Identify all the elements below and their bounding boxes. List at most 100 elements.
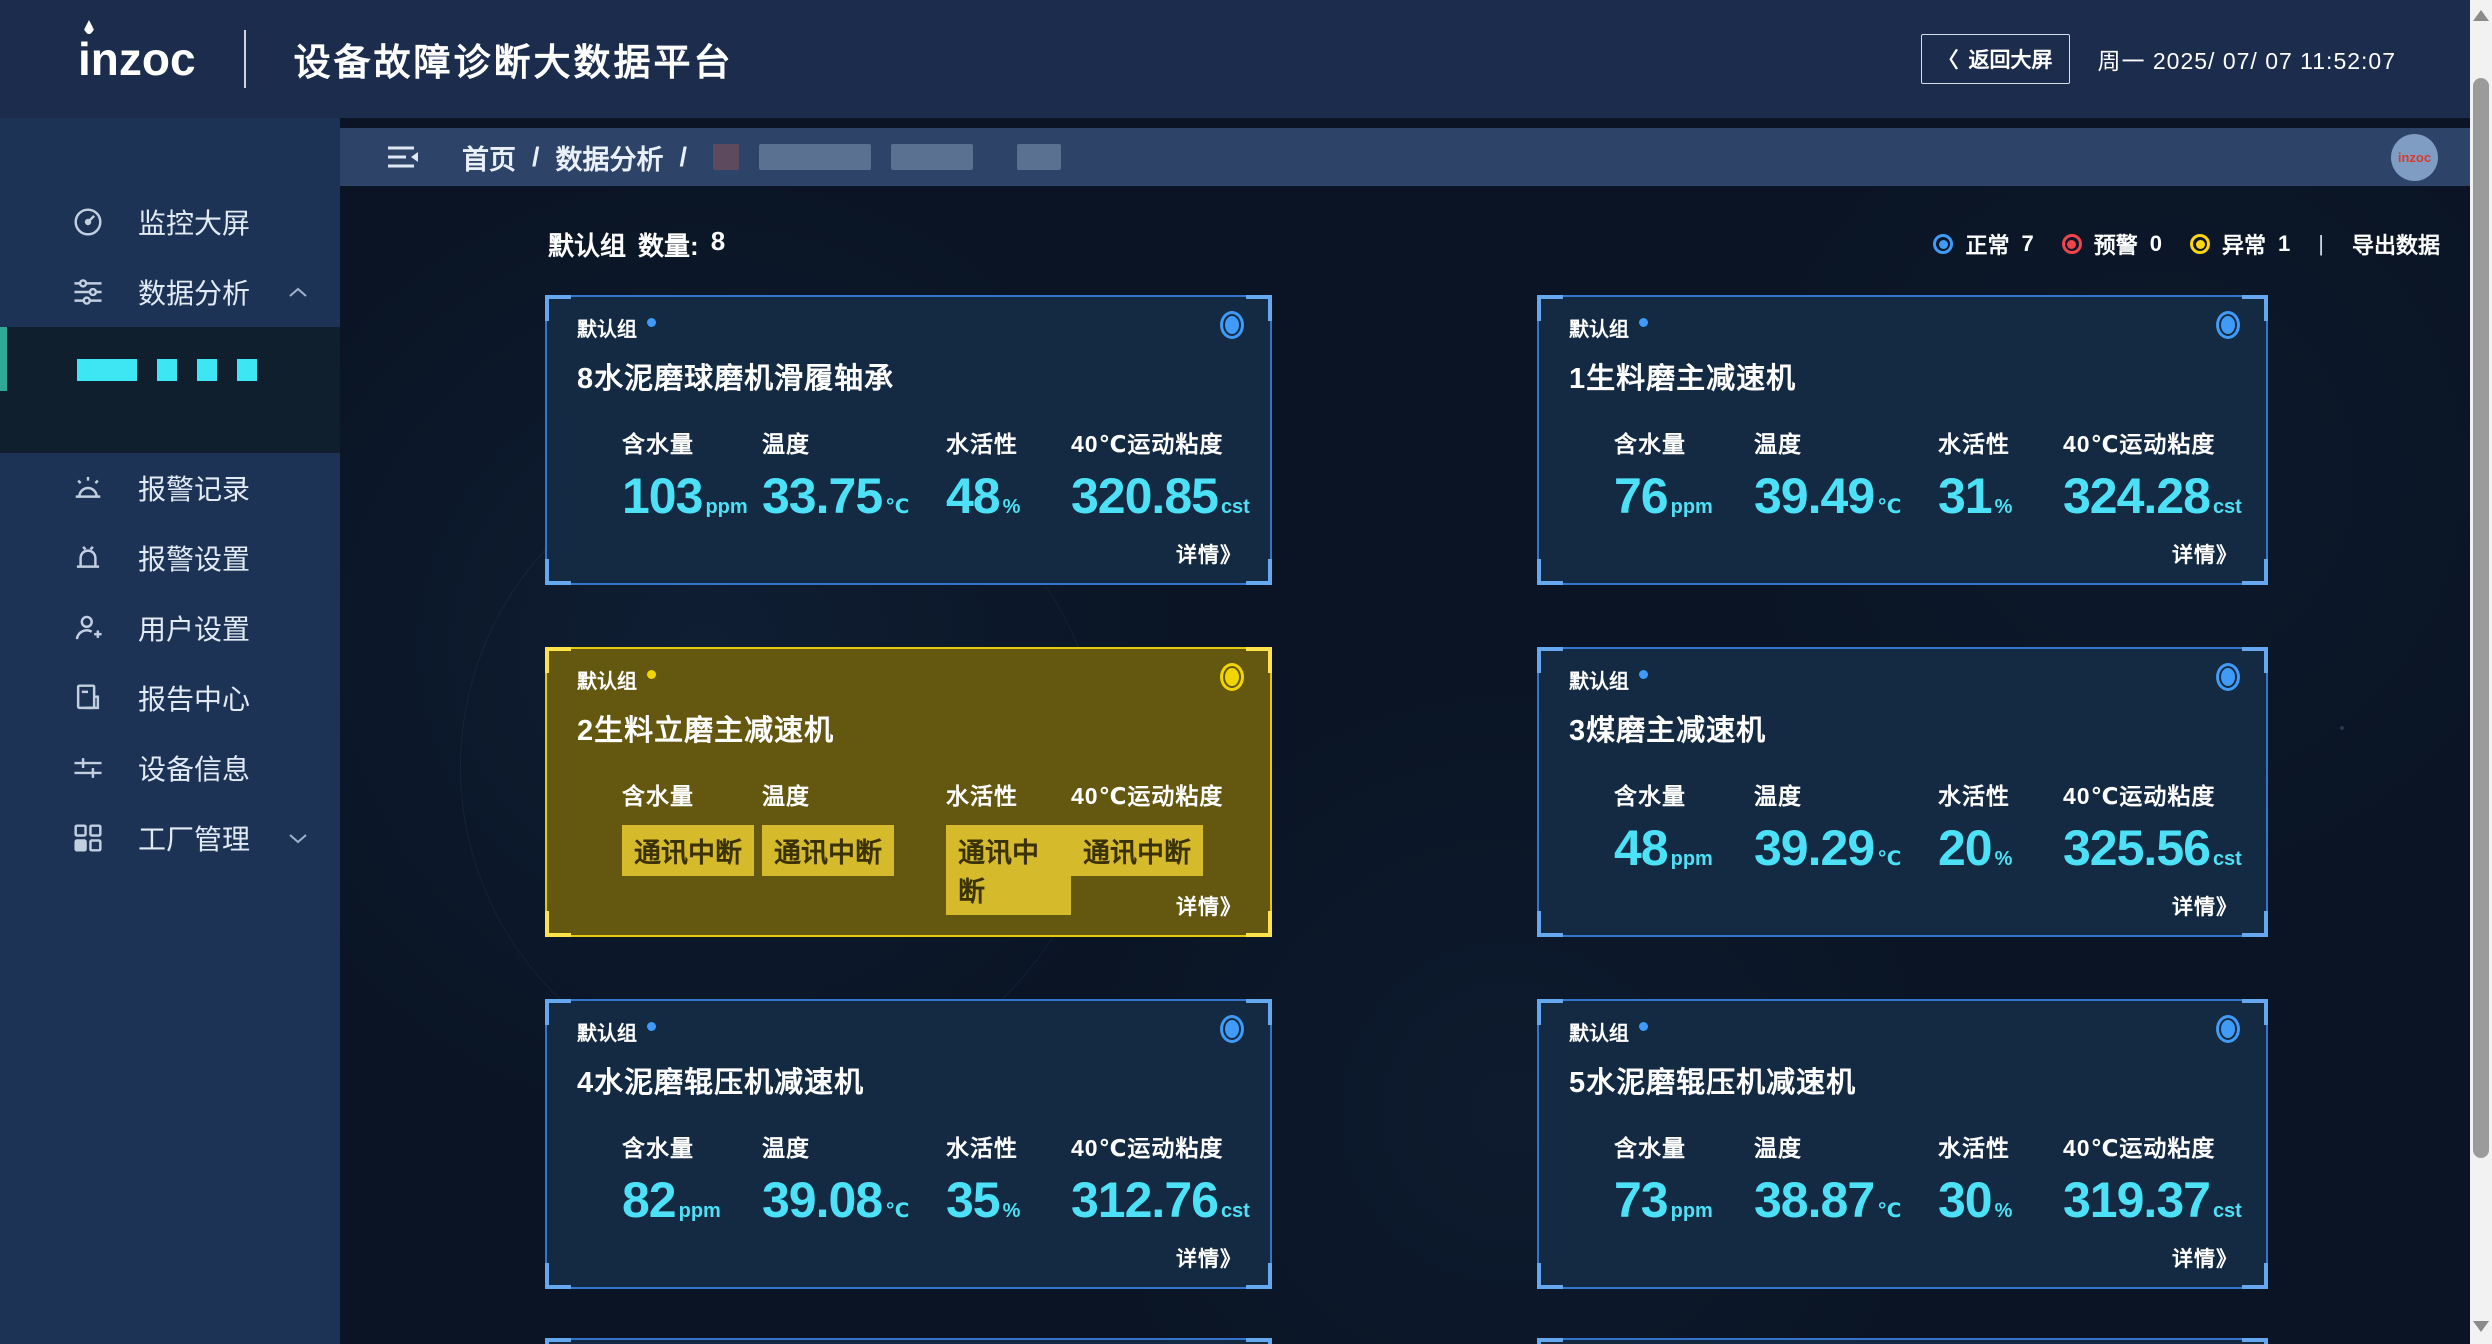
sidebar-item-label: 报告中心 xyxy=(138,678,250,718)
report-document-icon xyxy=(72,682,104,714)
back-button-label: 返回大屏 xyxy=(1969,44,2053,74)
chevron-left-icon: 〈 xyxy=(1938,44,1959,74)
legend-divider: | xyxy=(2318,231,2324,257)
sidebar-item-monitor-screen[interactable]: 监控大屏 xyxy=(0,187,340,257)
device-card-grid: 默认组 8水泥磨球磨机滑履轴承 含水量 103ppm 温度 33.75℃ 水活性… xyxy=(545,295,2268,1289)
card-group-tag: 默认组 xyxy=(1569,1017,1648,1046)
metrics-row: 含水量 103ppm 温度 33.75℃ 水活性 48% 40℃运动粘度 320… xyxy=(622,425,1254,521)
device-card: 默认组 8水泥磨球磨机滑履轴承 含水量 103ppm 温度 33.75℃ 水活性… xyxy=(545,295,1272,585)
device-card-abnormal: 默认组 2生料立磨主减速机 含水量 通讯中断 温度 通讯中断 水活性 通讯中断 … xyxy=(545,647,1272,937)
sidebar-item-report-center[interactable]: 报告中心 xyxy=(0,663,340,733)
status-dot xyxy=(1639,318,1648,327)
card-title: 2生料立磨主减速机 xyxy=(577,707,834,749)
card-title: 8水泥磨球磨机滑履轴承 xyxy=(577,355,894,397)
comm-interrupted-badge: 通讯中断 xyxy=(1071,825,1203,876)
card-group-tag: 默认组 xyxy=(577,313,656,342)
double-chevron-icon: 》 xyxy=(1220,1248,1242,1271)
comm-interrupted-badge: 通讯中断 xyxy=(622,825,754,876)
scroll-up-arrow[interactable] xyxy=(2473,10,2489,21)
comm-interrupted-badge: 通讯中断 xyxy=(946,825,1071,915)
redacted-breadcrumb-segment xyxy=(713,144,1061,170)
device-card-partial xyxy=(545,1338,1272,1344)
sidebar-item-label: 工厂管理 xyxy=(138,818,250,858)
active-indicator xyxy=(0,327,7,391)
breadcrumb-section[interactable]: 数据分析 xyxy=(556,138,664,177)
status-ring-icon xyxy=(1220,663,1244,691)
page-title: 设备故障诊断大数据平台 xyxy=(294,32,734,86)
card-title: 4水泥磨辊压机减速机 xyxy=(577,1059,864,1101)
metrics-row: 含水量 82ppm 温度 39.08℃ 水活性 35% 40℃运动粘度 312.… xyxy=(622,1129,1254,1225)
menu-collapse-icon[interactable] xyxy=(386,144,420,170)
sidebar-nav: 监控大屏 数据分析 报警记录 xyxy=(0,118,340,1344)
legend-warning: 预警 0 xyxy=(2062,228,2162,260)
warning-status-icon xyxy=(2062,234,2082,254)
card-group-tag: 默认组 xyxy=(1569,313,1648,342)
status-legend: 正常 7 预警 0 异常 1 | 导出数据 xyxy=(1933,228,2440,260)
status-dot xyxy=(1639,670,1648,679)
sidebar-item-factory-management[interactable]: 工厂管理 xyxy=(0,803,340,873)
device-card: 默认组 1生料磨主减速机 含水量 76ppm 温度 39.49℃ 水活性 31%… xyxy=(1537,295,2268,585)
metric-value: 325.56cst xyxy=(2063,823,2250,873)
card-group-tag: 默认组 xyxy=(577,1017,656,1046)
group-count-label: 默认组 数量: 8 xyxy=(548,226,725,263)
metric-value: 39.49℃ xyxy=(1754,471,1938,521)
metrics-row: 含水量 76ppm 温度 39.49℃ 水活性 31% 40℃运动粘度 324.… xyxy=(1614,425,2250,521)
group-name: 默认组 xyxy=(548,226,626,263)
user-avatar[interactable]: inzoc xyxy=(2391,134,2438,181)
detail-link[interactable]: 详情》 xyxy=(2172,1243,2238,1273)
sidebar-item-user-settings[interactable]: 用户设置 xyxy=(0,593,340,663)
sidebar-item-alarm-records[interactable]: 报警记录 xyxy=(0,453,340,523)
detail-link[interactable]: 详情》 xyxy=(1176,1243,1242,1273)
status-dot xyxy=(647,670,656,679)
detail-link[interactable]: 详情》 xyxy=(2172,539,2238,569)
metric-value: 73ppm xyxy=(1614,1175,1754,1225)
detail-link[interactable]: 详情》 xyxy=(1176,891,1242,921)
grid-icon xyxy=(72,822,104,854)
sidebar-item-label: 报警设置 xyxy=(138,538,250,578)
sidebar-item-label: 报警记录 xyxy=(138,468,250,508)
main-content: 默认组 数量: 8 正常 7 预警 0 异常 1 | 导出数据 默认组 8 xyxy=(340,186,2470,1344)
double-chevron-icon: 》 xyxy=(1220,896,1242,919)
bell-icon xyxy=(72,542,104,574)
device-card: 默认组 3煤磨主减速机 含水量 48ppm 温度 39.29℃ 水活性 20% … xyxy=(1537,647,2268,937)
sidebar-item-label: 数据分析 xyxy=(138,272,250,312)
tune-icon xyxy=(72,752,104,784)
double-chevron-icon: 》 xyxy=(2216,896,2238,919)
metric-value: 48% xyxy=(946,471,1071,521)
user-plus-icon xyxy=(72,612,104,644)
sidebar-item-alarm-settings[interactable]: 报警设置 xyxy=(0,523,340,593)
status-ring-icon xyxy=(1220,1015,1244,1043)
sidebar-subitem-active[interactable] xyxy=(0,327,340,453)
metric-value: 35% xyxy=(946,1175,1071,1225)
metric-value: 319.37cst xyxy=(2063,1175,2250,1225)
card-title: 3煤磨主减速机 xyxy=(1569,707,1766,749)
breadcrumb-bar: 首页 / 数据分析 / inzoc xyxy=(340,128,2470,186)
metric-value: 30% xyxy=(1938,1175,2063,1225)
status-ring-icon xyxy=(2216,1015,2240,1043)
scroll-down-arrow[interactable] xyxy=(2473,1321,2489,1332)
header-divider xyxy=(244,30,246,88)
export-data-button[interactable]: 导出数据 xyxy=(2352,228,2440,260)
back-to-bigscreen-button[interactable]: 〈 返回大屏 xyxy=(1921,34,2070,84)
breadcrumb-home[interactable]: 首页 xyxy=(462,138,516,177)
status-ring-icon xyxy=(1220,311,1244,339)
status-ring-icon xyxy=(2216,663,2240,691)
normal-status-icon xyxy=(1933,234,1953,254)
sidebar-item-label: 设备信息 xyxy=(138,748,250,788)
detail-link[interactable]: 详情》 xyxy=(2172,891,2238,921)
scrollbar-thumb[interactable] xyxy=(2473,78,2489,1158)
sidebar-item-data-analysis[interactable]: 数据分析 xyxy=(0,257,340,327)
double-chevron-icon: 》 xyxy=(2216,1248,2238,1271)
siren-icon xyxy=(72,472,104,504)
sidebar-item-label: 用户设置 xyxy=(138,608,250,648)
scrollbar[interactable] xyxy=(2470,0,2492,1344)
metric-value: 31% xyxy=(1938,471,2063,521)
sidebar-item-device-info[interactable]: 设备信息 xyxy=(0,733,340,803)
metric-value: 20% xyxy=(1938,823,2063,873)
device-card: 默认组 5水泥磨辊压机减速机 含水量 73ppm 温度 38.87℃ 水活性 3… xyxy=(1537,999,2268,1289)
metric-value: 33.75℃ xyxy=(762,471,946,521)
metric-value: 103ppm xyxy=(622,471,762,521)
count-label: 数量: xyxy=(638,226,699,263)
detail-link[interactable]: 详情》 xyxy=(1176,539,1242,569)
count-value: 8 xyxy=(711,226,725,263)
